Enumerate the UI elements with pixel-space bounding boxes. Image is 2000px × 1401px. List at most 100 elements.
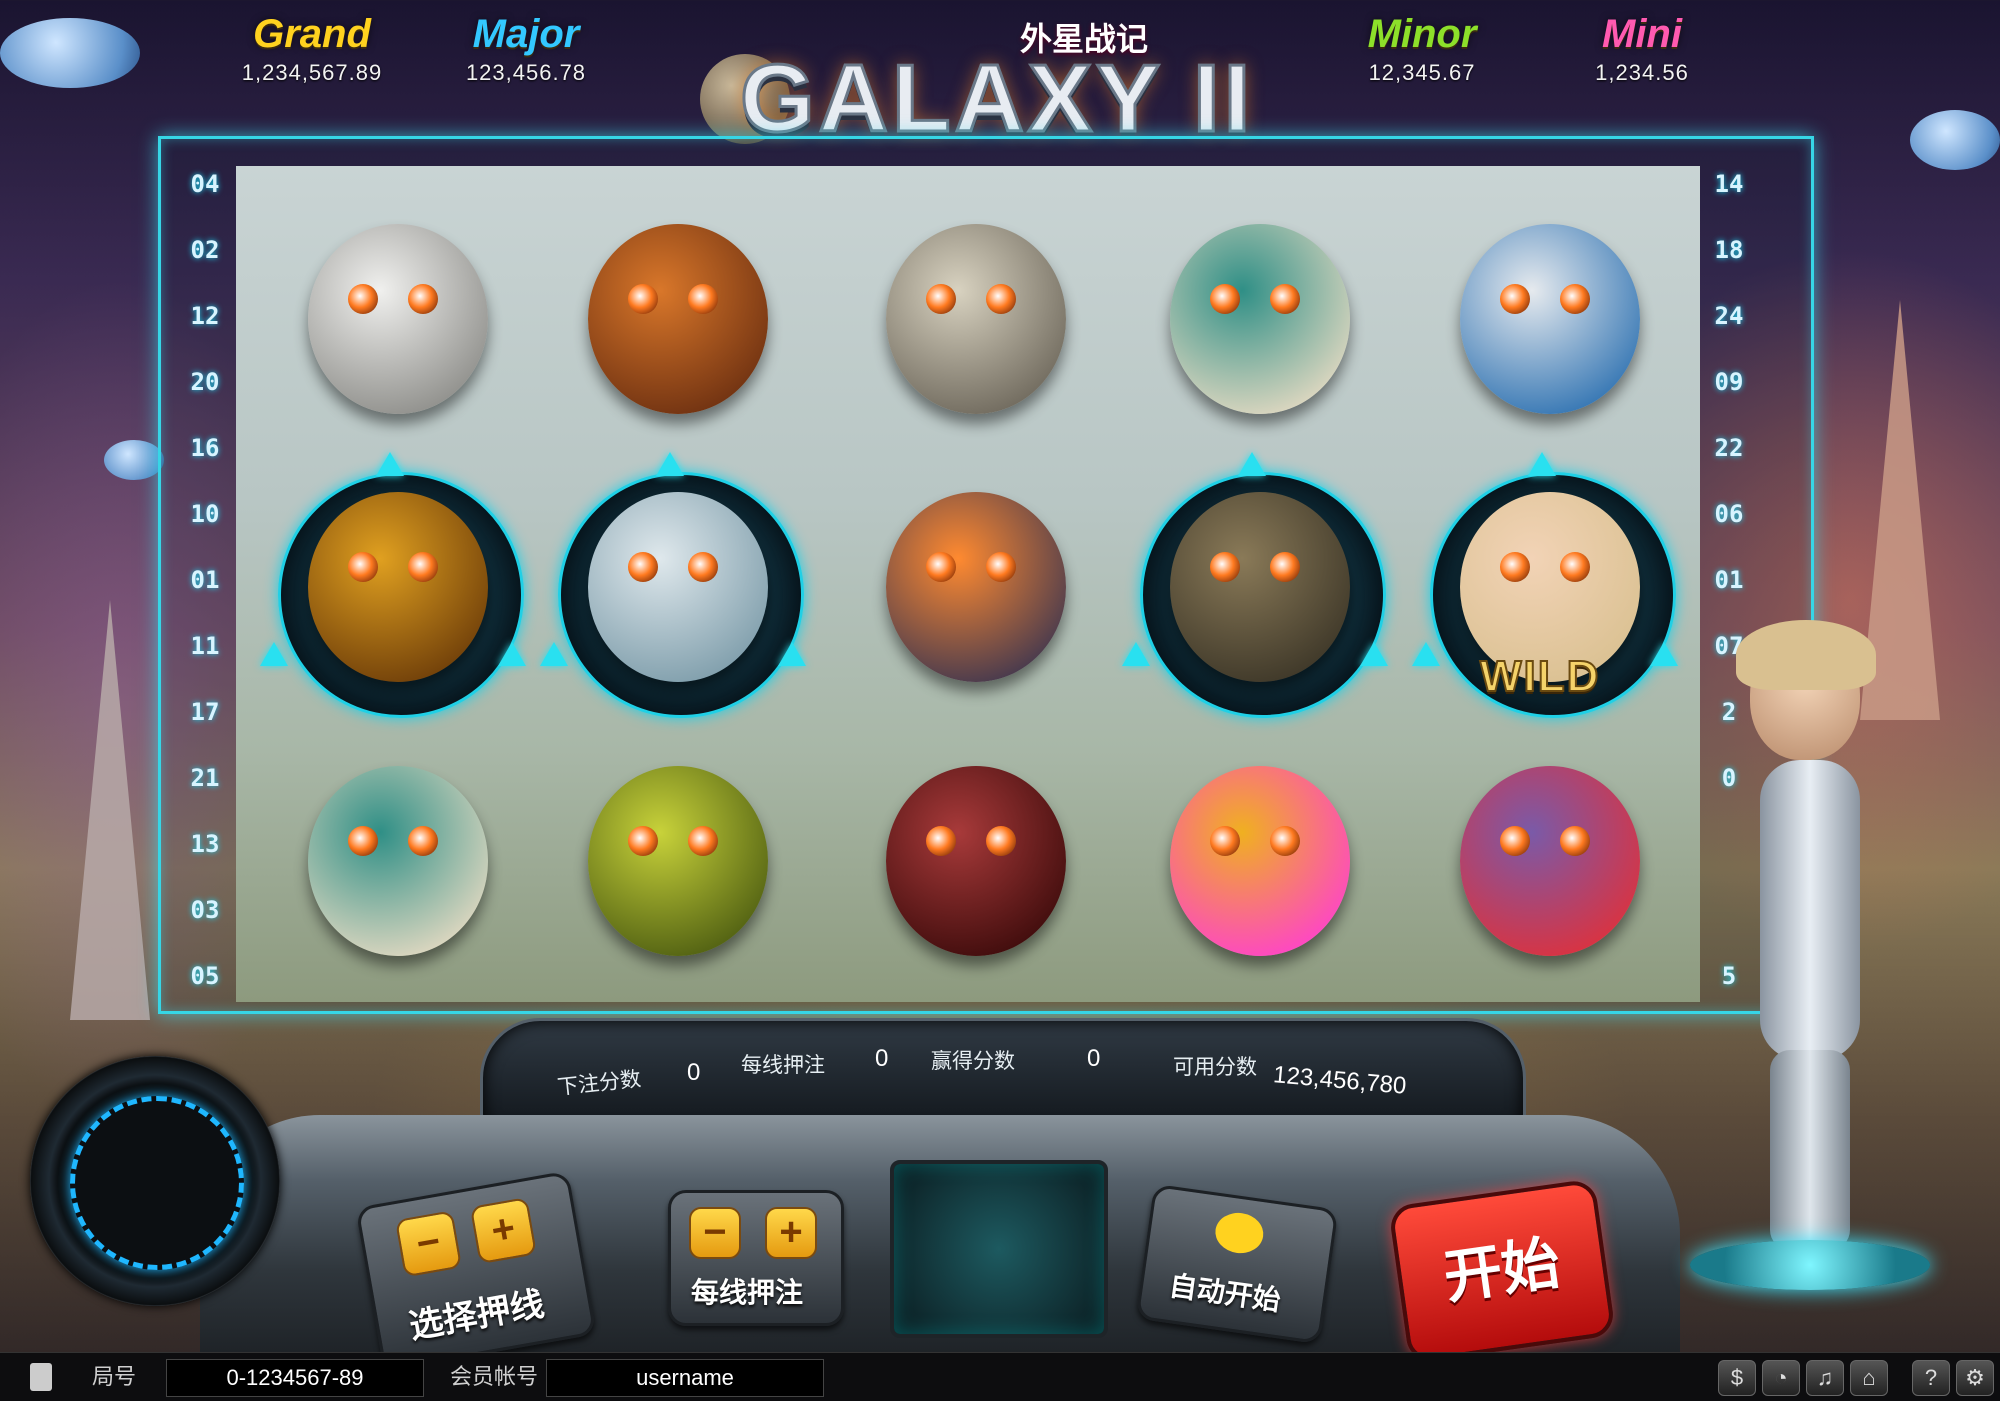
- triangle-marker-icon: [1122, 642, 1150, 666]
- creature-body: [308, 224, 488, 414]
- select-lines-plus-button[interactable]: +: [469, 1197, 538, 1265]
- creature-body: [588, 492, 768, 682]
- symbol-red-eye-slug: [846, 726, 1106, 986]
- jackpot-grand: Grand 1,234,567.89: [212, 12, 412, 86]
- creature-eye: [926, 284, 956, 314]
- payline-number-left: 21: [190, 764, 220, 792]
- creature-body: [1460, 766, 1640, 956]
- creature-body: [1170, 224, 1350, 414]
- rock-spire: [70, 600, 150, 1020]
- creature-body: [886, 224, 1066, 414]
- payline-number-left: 11: [190, 632, 220, 660]
- character-body: [1760, 760, 1860, 1060]
- creature-eye: [1270, 284, 1300, 314]
- creature-eye: [1210, 826, 1240, 856]
- creature-eye: [348, 552, 378, 582]
- payline-number-right: 14: [1714, 170, 1744, 198]
- status-bar: 局号 0-1234567-89 会员帐号 username $ ◔ ♫ ⌂ ? …: [0, 1352, 2000, 1401]
- triangle-marker-icon: [778, 642, 806, 666]
- line-bet-label: 每线押注: [741, 1054, 825, 1077]
- symbol-wild-girl: WILD: [1412, 452, 1680, 718]
- select-lines-minus-button[interactable]: −: [394, 1210, 463, 1278]
- payline-number-left: 01: [190, 566, 220, 594]
- credit-label: 可用分数: [1173, 1056, 1257, 1079]
- creature-eye: [1210, 552, 1240, 582]
- creature-eye: [1500, 284, 1530, 314]
- jackpot-major-label: Major: [472, 12, 580, 56]
- symbol-jar-brain-robot: [846, 184, 1106, 444]
- game-logo: GALAXY II 外星战记: [700, 14, 1280, 154]
- music-icon[interactable]: ♫: [1806, 1360, 1844, 1396]
- creature-eye: [688, 284, 718, 314]
- symbol-glass-egg-pod: [540, 452, 808, 718]
- payline-number-left: 20: [190, 368, 220, 396]
- round-value: 0-1234567-89: [166, 1359, 424, 1397]
- payline-number-left: 12: [190, 302, 220, 330]
- account-value: username: [546, 1359, 824, 1397]
- payline-numbers-left: 04 02 12 20 16 10 01 11 17 21 13 03 05: [170, 170, 240, 1028]
- creature-eye: [348, 284, 378, 314]
- jackpot-mini-label: Mini: [1602, 12, 1682, 56]
- creature-eye: [986, 552, 1016, 582]
- triangle-marker-icon: [498, 642, 526, 666]
- cloud-decoration: [104, 440, 164, 480]
- creature-eye: [1500, 826, 1530, 856]
- robot-girl-character: [1690, 620, 1950, 1300]
- radar-screen: [890, 1160, 1108, 1338]
- symbol-pink-spark-yellow-blob: [1130, 726, 1390, 986]
- payline-number-left: 04: [190, 170, 220, 198]
- creature-body: [886, 766, 1066, 956]
- win-label: 赢得分数: [931, 1050, 1015, 1073]
- symbol-orange-bell-robot: [260, 452, 528, 718]
- jackpot-minor: Minor 12,345.67: [1322, 12, 1522, 86]
- settings-icon[interactable]: ⚙: [1956, 1360, 1994, 1396]
- character-hair: [1736, 620, 1876, 690]
- cashier-icon[interactable]: $: [1718, 1360, 1756, 1396]
- triangle-marker-icon: [1528, 452, 1556, 476]
- creature-body: [1460, 224, 1640, 414]
- creature-body: [886, 492, 1066, 682]
- creature-eye: [926, 552, 956, 582]
- line-bet-control-label: 每线押注: [691, 1277, 804, 1308]
- line-bet-minus-button[interactable]: −: [689, 1207, 741, 1259]
- cloud-decoration: [0, 18, 140, 88]
- creature-eye: [1210, 284, 1240, 314]
- creature-body: [308, 492, 488, 682]
- creature-body: [308, 766, 488, 956]
- clipboard-icon: [30, 1363, 52, 1391]
- auto-start-button[interactable]: 自动开始: [1135, 1183, 1339, 1345]
- help-icon[interactable]: ?: [1912, 1360, 1950, 1396]
- symbol-yellow-spore-creature: [548, 726, 808, 986]
- creature-eye: [1500, 552, 1530, 582]
- start-button[interactable]: 开始: [1388, 1178, 1616, 1364]
- payline-number-right: 06: [1714, 500, 1744, 528]
- jackpot-grand-value: 1,234,567.89: [241, 60, 383, 85]
- payline-number-left: 03: [190, 896, 220, 924]
- symbol-green-dome-frog: [1130, 184, 1390, 444]
- symbol-flame-tentacle-creature: [846, 452, 1106, 712]
- line-bet-plus-button[interactable]: +: [765, 1207, 817, 1259]
- home-icon[interactable]: ⌂: [1850, 1360, 1888, 1396]
- rss-icon[interactable]: ◔: [1762, 1360, 1800, 1396]
- bet-label: 下注分数: [556, 1067, 643, 1100]
- payline-number-left: 02: [190, 236, 220, 264]
- creature-eye: [1270, 826, 1300, 856]
- symbol-energy-cannon: [1420, 184, 1680, 444]
- select-lines-label: 选择押线: [406, 1285, 548, 1347]
- payline-number-left: 17: [190, 698, 220, 726]
- creature-body: [1170, 766, 1350, 956]
- creature-eye: [1560, 552, 1590, 582]
- heart-icon: [1212, 1209, 1266, 1257]
- bet-value: 0: [687, 1059, 701, 1086]
- creature-eye: [926, 826, 956, 856]
- symbol-yeti-helmet-creature: [268, 184, 528, 444]
- payline-number-left: 13: [190, 830, 220, 858]
- triangle-marker-icon: [1238, 452, 1266, 476]
- payline-number-left: 16: [190, 434, 220, 462]
- jackpot-major: Major 123,456.78: [426, 12, 626, 86]
- speed-gauge: [30, 1056, 280, 1306]
- triangle-marker-icon: [1360, 642, 1388, 666]
- triangle-marker-icon: [1412, 642, 1440, 666]
- creature-eye: [688, 826, 718, 856]
- creature-eye: [408, 284, 438, 314]
